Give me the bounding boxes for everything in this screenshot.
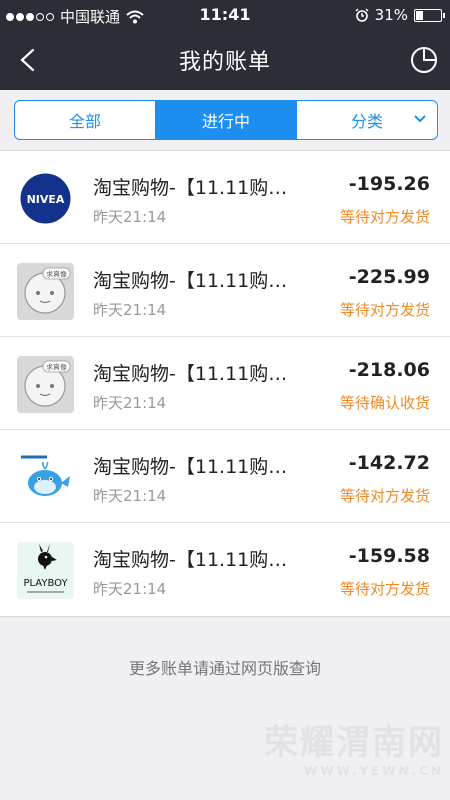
bill-time: 昨天21:14 [93, 394, 167, 412]
bill-time: 昨天21:14 [93, 487, 167, 505]
battery-percent: 31% [374, 6, 408, 24]
whale-logo-icon [17, 449, 74, 506]
nav-bar: 我的账单 [0, 30, 450, 90]
segmented-control: 全部 进行中 分类 [14, 100, 438, 140]
bill-row[interactable]: PLAYBOY 淘宝购物-【11.11购… 昨天21:14 -159.58 等待… [0, 523, 450, 616]
bill-status: 等待确认收货 [339, 394, 430, 412]
bill-amount: -159.58 [348, 545, 430, 567]
bill-row[interactable]: 淘宝购物-【11.11购… 昨天21:14 -142.72 等待对方发货 [0, 430, 450, 523]
pie-chart-icon[interactable] [408, 44, 440, 76]
bill-row[interactable]: 求真像 淘宝购物-【11.11购… 昨天21:14 -225.99 等待对方发货 [0, 244, 450, 337]
svg-text:PLAYBOY: PLAYBOY [23, 578, 68, 589]
footer-note: 更多账单请通过网页版查询 [128, 659, 321, 678]
watermark-sub: WWW.YEWN.CN [304, 764, 444, 778]
bill-title: 淘宝购物-【11.11购… [93, 363, 288, 385]
bill-list: NIVEA 淘宝购物-【11.11购… 昨天21:14 -195.26 等待对方… [0, 150, 450, 617]
status-bar: 中国联通 11:41 31% [0, 0, 450, 30]
bill-title: 淘宝购物-【11.11购… [93, 270, 288, 292]
chevron-down-icon [414, 115, 426, 123]
bill-amount: -142.72 [348, 452, 430, 474]
bill-row[interactable]: 求真像 淘宝购物-【11.11购… 昨天21:14 -218.06 等待确认收货 [0, 337, 450, 430]
bill-status: 等待对方发货 [339, 208, 430, 226]
tab-category[interactable]: 分类 [297, 101, 437, 139]
bill-row[interactable]: NIVEA 淘宝购物-【11.11购… 昨天21:14 -195.26 等待对方… [0, 151, 450, 244]
playboy-logo-icon: PLAYBOY [17, 542, 74, 599]
bill-title: 淘宝购物-【11.11购… [93, 456, 288, 478]
bill-status: 等待对方发货 [339, 301, 430, 319]
svg-text:求真像: 求真像 [46, 270, 67, 279]
battery-icon [414, 8, 445, 22]
status-right: 31% [355, 6, 445, 24]
bill-amount: -218.06 [348, 359, 430, 381]
svg-text:NIVEA: NIVEA [27, 193, 65, 206]
bill-amount: -195.26 [348, 173, 430, 195]
bill-status: 等待对方发货 [339, 580, 430, 598]
bill-time: 昨天21:14 [93, 301, 167, 319]
tab-all[interactable]: 全部 [15, 101, 156, 139]
watermark: 荣耀渭南网 WWW.YEWN.CN [264, 715, 444, 778]
bill-time: 昨天21:14 [93, 580, 167, 598]
bill-title: 淘宝购物-【11.11购… [93, 177, 288, 199]
watermark-main: 荣耀渭南网 [264, 723, 444, 763]
bill-title: 淘宝购物-【11.11购… [93, 549, 288, 571]
svg-text:求真像: 求真像 [46, 363, 67, 372]
bill-amount: -225.99 [348, 266, 430, 288]
tab-in-progress[interactable]: 进行中 [156, 101, 297, 139]
placeholder-avatar-icon: 求真像 [17, 263, 74, 320]
nivea-logo-icon: NIVEA [17, 170, 74, 227]
placeholder-avatar-icon: 求真像 [17, 356, 74, 413]
bill-time: 昨天21:14 [93, 208, 167, 226]
bill-status: 等待对方发货 [339, 487, 430, 505]
alarm-icon [355, 8, 369, 22]
tabs-bar: 全部 进行中 分类 [0, 90, 450, 150]
page-title: 我的账单 [178, 50, 271, 75]
